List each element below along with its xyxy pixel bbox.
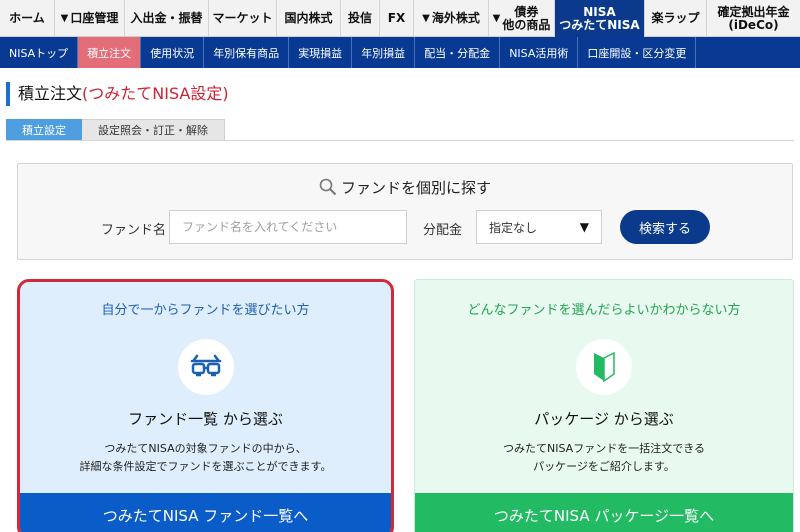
tab-settings-inquiry[interactable]: 設定照会・訂正・解除 <box>82 119 225 141</box>
nav-bonds-label-1: 債券 <box>514 4 539 19</box>
sub-navigation: NISAトップ 積立注文 使用状況 年別保有商品 実現損益 年別損益 配当・分配… <box>0 37 800 68</box>
nav-home[interactable]: ホーム <box>0 0 55 37</box>
nav-rakuwrap-label: 楽ラップ <box>651 11 700 25</box>
tab-divider <box>6 140 794 141</box>
subnav-nisa-tips[interactable]: NISA活用術 <box>500 37 579 68</box>
page-title-main: 積立注文 <box>18 84 83 103</box>
nav-deposit[interactable]: 入出金・振替 <box>125 0 209 37</box>
dropdown-triangle-icon: ▼ <box>422 13 430 24</box>
subnav-nisa-top[interactable]: NISAトップ <box>0 37 79 68</box>
subnav-account-opening[interactable]: 口座開設・区分変更 <box>578 37 697 68</box>
nav-investment-trust[interactable]: 投信 <box>341 0 380 37</box>
fund-search-panel: ファンドを個別に探す ファンド名 分配金 指定なし ▼ 検索する <box>17 163 793 260</box>
nav-market[interactable]: マーケット <box>209 0 277 37</box>
fund-list-card-heading: ファンド一覧 から選ぶ <box>128 410 283 428</box>
dropdown-triangle-icon: ▼ <box>492 13 501 24</box>
nav-ideco[interactable]: 確定拠出年金 (iDeCo) <box>707 0 800 37</box>
distribution-label: 分配金 <box>423 223 463 238</box>
subnav-recurring-order[interactable]: 積立注文 <box>78 37 142 68</box>
fund-list-card-description: つみたてNISAの対象ファンドの中から、 詳細な条件設定でファンドを選ぶことがで… <box>20 440 391 476</box>
nav-ideco-label-2: (iDeCo) <box>728 17 779 32</box>
fund-list-desc-line2: 詳細な条件設定でファンドを選ぶことができます。 <box>79 460 332 473</box>
nav-domestic-stock-label: 国内株式 <box>284 11 333 25</box>
tab-recurring-settings[interactable]: 積立設定 <box>6 119 82 141</box>
subnav-annual-holdings[interactable]: 年別保有商品 <box>204 37 290 68</box>
subnav-annual-pl[interactable]: 年別損益 <box>352 37 416 68</box>
glasses-icon <box>177 339 234 395</box>
chevron-down-icon: ▼ <box>579 220 589 234</box>
dropdown-triangle-icon: ▼ <box>60 13 69 24</box>
tab-bar: 積立設定 設定照会・訂正・解除 <box>6 119 225 141</box>
fund-list-card[interactable]: 自分で一からファンドを選びたい方 ファンド一覧 から選ぶ つみたてNISAの対象… <box>17 279 394 532</box>
nav-domestic-stock[interactable]: 国内株式 <box>277 0 341 37</box>
package-card[interactable]: どんなファンドを選んだらよいかわからない方 パッケージ から選ぶ つみたてNIS… <box>414 279 794 532</box>
nav-bonds[interactable]: ▼ 債券 他の商品 <box>489 0 555 37</box>
nav-fx[interactable]: FX <box>380 0 414 37</box>
package-card-description: つみたてNISAファンドを一括注文できる パッケージをご紹介します。 <box>415 440 793 476</box>
fund-list-card-subtitle: 自分で一からファンドを選びたい方 <box>101 303 310 318</box>
package-card-heading: パッケージ から選ぶ <box>534 410 674 428</box>
nav-account[interactable]: ▼ 口座管理 <box>55 0 125 37</box>
nav-nisa[interactable]: NISA つみたてNISA <box>555 0 645 37</box>
nav-nisa-label-1: NISA <box>583 4 616 19</box>
nav-bonds-label-2: 他の商品 <box>502 17 551 32</box>
package-desc-line2: パッケージをご紹介します。 <box>533 460 675 473</box>
nav-foreign-stock-label: 海外株式 <box>431 11 480 25</box>
distribution-select-value: 指定なし <box>489 220 538 235</box>
nav-fx-label: FX <box>387 11 406 25</box>
top-navigation: ホーム ▼ 口座管理 入出金・振替 マーケット 国内株式 投信 FX ▼ 海外株式 … <box>0 0 800 37</box>
subnav-realized-pl[interactable]: 実現損益 <box>289 37 353 68</box>
nav-market-label: マーケット <box>212 11 273 25</box>
fund-name-input[interactable] <box>169 210 407 244</box>
nav-ideco-label-1: 確定拠出年金 <box>717 4 790 19</box>
nav-home-label: ホーム <box>9 11 45 25</box>
search-title-text: ファンドを個別に探す <box>340 179 491 197</box>
nav-investment-trust-label: 投信 <box>347 11 372 25</box>
nav-deposit-label: 入出金・振替 <box>130 11 203 25</box>
fund-list-desc-line1: つみたてNISAの対象ファンドの中から、 <box>104 442 307 455</box>
package-desc-line1: つみたてNISAファンドを一括注文できる <box>503 442 705 455</box>
package-list-button[interactable]: つみたてNISA パッケージ一覧へ <box>415 493 793 532</box>
search-icon <box>319 178 337 200</box>
fund-name-label: ファンド名 <box>101 223 167 238</box>
page-title-sub: (つみたてNISA設定) <box>82 84 229 103</box>
beginner-mark-icon <box>576 339 632 395</box>
search-panel-title: ファンドを個別に探す <box>18 177 792 200</box>
distribution-select[interactable]: 指定なし ▼ <box>476 210 602 244</box>
subnav-usage[interactable]: 使用状況 <box>141 37 205 68</box>
package-card-subtitle: どんなファンドを選んだらよいかわからない方 <box>467 303 741 318</box>
page-title: 積立注文(つみたてNISA設定) <box>6 82 229 106</box>
nav-account-label: 口座管理 <box>70 11 119 25</box>
nav-foreign-stock[interactable]: ▼ 海外株式 <box>414 0 489 37</box>
subnav-dividends[interactable]: 配当・分配金 <box>415 37 501 68</box>
search-button[interactable]: 検索する <box>620 210 710 244</box>
nav-nisa-label-2: つみたてNISA <box>559 17 640 32</box>
fund-list-button[interactable]: つみたてNISA ファンド一覧へ <box>20 493 391 532</box>
nav-rakuwrap[interactable]: 楽ラップ <box>645 0 707 37</box>
